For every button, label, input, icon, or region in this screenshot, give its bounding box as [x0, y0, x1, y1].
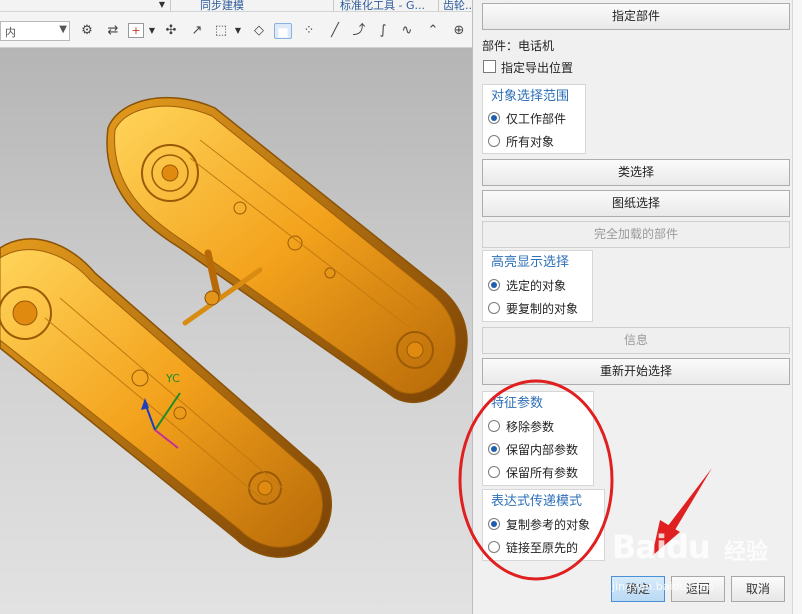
yc-axis-label: YC	[166, 372, 180, 385]
specify-export-position-label: 指定导出位置	[501, 61, 574, 75]
ribbon-group-bar: 同步建模 标准化工具 - G... 齿轮... ▼	[0, 0, 472, 12]
selection-scope-value: 内	[5, 26, 16, 39]
info-button[interactable]: 信息	[482, 327, 790, 354]
highlight-group: 高亮显示选择 选定的对象 要复制的对象	[482, 250, 593, 322]
arc-icon[interactable]: ⤴	[350, 23, 368, 39]
points-icon[interactable]: ⁘	[300, 23, 318, 39]
chevron-down-icon: ▼	[59, 24, 67, 35]
snap-dropdown-icon[interactable]: ▼	[148, 23, 156, 39]
snap-point-icon[interactable]: +	[128, 23, 144, 38]
fully-loaded-parts-button[interactable]: 完全加载的部件	[482, 221, 790, 248]
restart-selection-button[interactable]: 重新开始选择	[482, 358, 790, 385]
pick-point-icon[interactable]: ✣	[162, 23, 180, 39]
radio-icon[interactable]	[488, 518, 500, 530]
export-part-dialog: 指定部件 部件：电话机 指定导出位置 对象选择范围 仅工作部件 所有对象 类选择…	[472, 0, 802, 614]
feature-params-title: 特征参数	[491, 392, 544, 411]
expression-mode-title: 表达式传递模式	[491, 490, 583, 509]
radio-icon[interactable]	[488, 466, 500, 478]
highlight-title: 高亮显示选择	[491, 251, 570, 270]
dialog-scrollbar[interactable]	[792, 0, 802, 614]
angle-icon[interactable]: ⌃	[424, 23, 442, 39]
specify-part-button[interactable]: 指定部件	[482, 3, 790, 30]
radio-icon[interactable]	[488, 112, 500, 124]
specify-export-position-checkbox[interactable]	[483, 60, 496, 73]
spline-icon[interactable]: ∿	[398, 23, 416, 39]
phone-handset-model[interactable]	[0, 48, 472, 614]
radio-icon[interactable]	[488, 302, 500, 314]
ribbon-group-standard-tools[interactable]: 标准化工具 - G...	[340, 0, 425, 11]
ribbon-separator	[438, 0, 439, 11]
cancel-button[interactable]: 取消	[731, 576, 785, 602]
ribbon-separator	[333, 0, 334, 11]
ribbon-group-gear[interactable]: 齿轮...	[443, 0, 472, 11]
selection-toolbar: 内 ▼ ⚙ ⇄ + ▼ ✣ ↗ ⬚ ▼ ◇ ■ ⁘ ╱ ⤴ ∫ ∿ ⌃ ⊕	[0, 12, 472, 48]
watermark-url: jingyan.baidu.com	[612, 580, 714, 593]
selection-scope-dropdown[interactable]: 内 ▼	[0, 21, 70, 41]
graphics-viewport[interactable]: YC	[0, 48, 472, 614]
filter-icon[interactable]: ⚙	[78, 23, 96, 39]
center-point-icon[interactable]: ⊕	[450, 23, 468, 39]
box-select-dropdown-icon[interactable]: ▼	[234, 23, 242, 39]
move-icon[interactable]: ↗	[188, 23, 206, 39]
radio-icon[interactable]	[488, 420, 500, 432]
radio-icon[interactable]	[488, 443, 500, 455]
radio-icon[interactable]	[488, 541, 500, 553]
object-scope-title: 对象选择范围	[491, 85, 570, 104]
drawing-select-button[interactable]: 图纸选择	[482, 190, 790, 217]
class-select-button[interactable]: 类选择	[482, 159, 790, 186]
select-all-icon[interactable]: ⇄	[104, 23, 122, 39]
part-name-label: 部件：电话机	[482, 39, 555, 53]
curve-icon[interactable]: ∫	[374, 23, 392, 39]
object-scope-group: 对象选择范围 仅工作部件 所有对象	[482, 84, 586, 154]
radio-icon[interactable]	[488, 135, 500, 147]
box-select-icon[interactable]: ⬚	[212, 23, 230, 39]
radio-icon[interactable]	[488, 279, 500, 291]
feature-params-group: 特征参数 移除参数 保留内部参数 保留所有参数	[482, 391, 594, 486]
shaded-view-icon[interactable]: ■	[274, 23, 292, 39]
ribbon-dropdown-icon[interactable]: ▼	[158, 0, 166, 11]
ribbon-group-sync-modeling[interactable]: 同步建模	[200, 0, 244, 11]
ribbon-separator	[170, 0, 171, 11]
expression-mode-group: 表达式传递模式 复制参考的对象 链接至原先的	[482, 489, 605, 561]
wireframe-view-icon[interactable]: ◇	[250, 23, 268, 39]
line-icon[interactable]: ╱	[326, 23, 344, 39]
